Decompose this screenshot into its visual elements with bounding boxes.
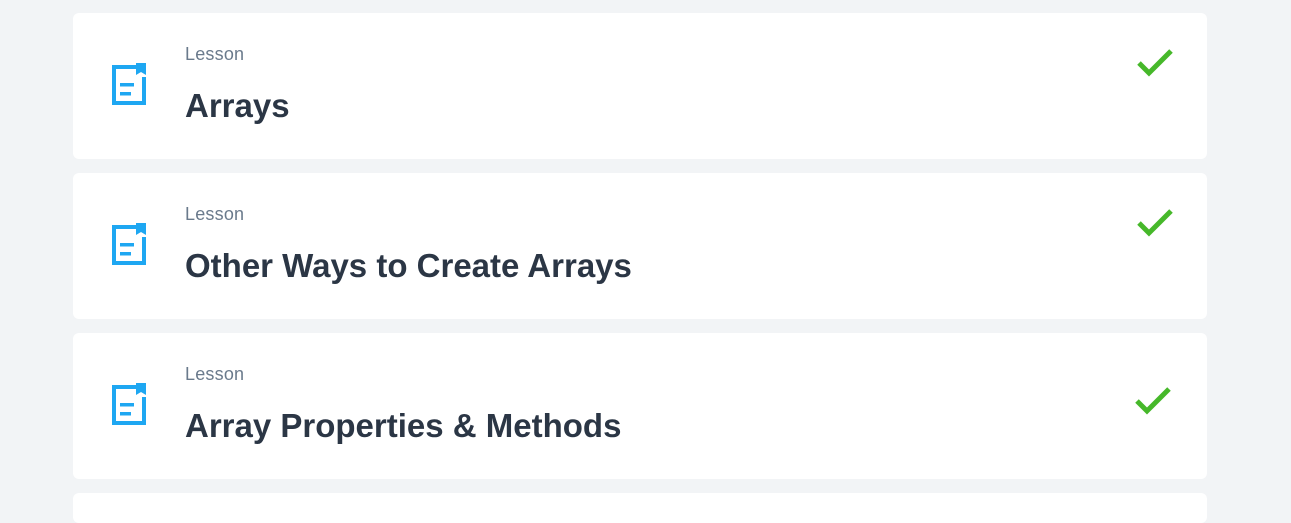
document-icon: [109, 63, 149, 109]
lesson-card-arrays[interactable]: Lesson Arrays: [73, 13, 1207, 159]
checkmark-icon: [1135, 207, 1175, 239]
lesson-kind-label: Lesson: [185, 364, 245, 384]
lesson-title[interactable]: Arrays: [185, 87, 290, 125]
checkmark-icon: [1133, 385, 1173, 417]
lesson-list: Lesson Arrays Lesson Other Ways to Creat…: [73, 13, 1207, 523]
lesson-card-other-ways[interactable]: Lesson Other Ways to Create Arrays: [73, 173, 1207, 319]
lesson-card-next[interactable]: [73, 493, 1207, 523]
checkmark-icon: [1135, 47, 1175, 79]
document-icon: [109, 223, 149, 269]
lesson-kind-label: Lesson: [185, 204, 245, 224]
lesson-title[interactable]: Array Properties & Methods: [185, 407, 621, 445]
lesson-kind-label: Lesson: [185, 44, 245, 64]
document-icon: [109, 383, 149, 429]
lesson-title[interactable]: Other Ways to Create Arrays: [185, 247, 632, 285]
lesson-card-properties-methods[interactable]: Lesson Array Properties & Methods: [73, 333, 1207, 479]
